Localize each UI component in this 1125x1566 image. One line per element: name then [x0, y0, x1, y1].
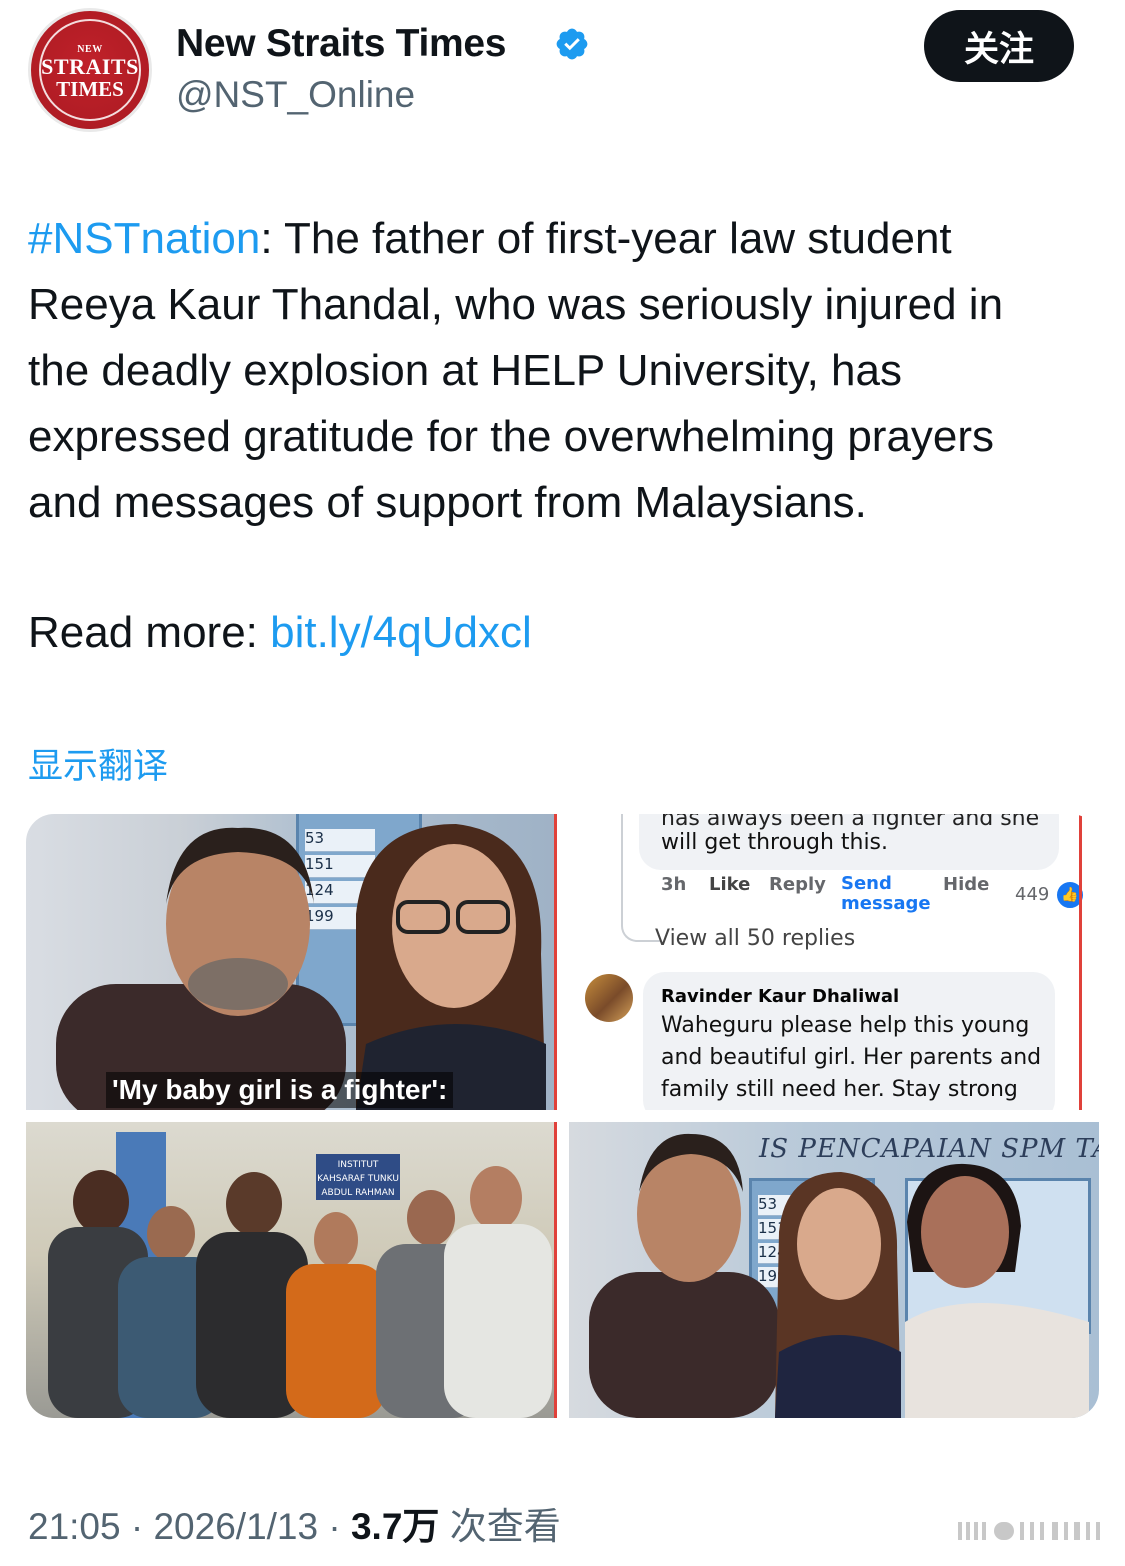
article-link[interactable]: bit.ly/4qUdxcl [270, 608, 532, 657]
tweet-line-1: #NSTnation: The father of first-year law… [28, 206, 1103, 272]
logo-line-2: STRAITS [41, 54, 139, 79]
like-action[interactable]: Like [709, 874, 750, 895]
verified-badge-icon [556, 28, 588, 60]
display-name[interactable]: New Straits Times [176, 22, 506, 66]
media-image-1[interactable]: 53 151 124 199 'My baby girl is a fighte… [26, 814, 557, 1110]
people-illustration [589, 1133, 1089, 1418]
tweet-text: #NSTnation: The father of first-year law… [28, 206, 1103, 536]
separator: · [120, 1506, 154, 1547]
image-caption: 'My baby girl is a fighter': [106, 1072, 454, 1108]
separator: · [318, 1506, 351, 1547]
media-image-3[interactable]: INSTITUT KAHSARAF TUNKU ABDUL RAHMAN [26, 1122, 557, 1418]
watermark-icon [958, 1522, 1100, 1540]
comment-line: Waheguru please help this young [661, 1013, 1030, 1038]
comment-line: and beautiful girl. Her parents and [661, 1045, 1042, 1070]
tweet-line-4: expressed gratitude for the overwhelming… [28, 412, 995, 461]
media-grid: 53 151 124 199 'My baby girl is a fighte… [26, 814, 1099, 1418]
hashtag-link[interactable]: #NSTnation [28, 214, 260, 263]
red-border [554, 1122, 557, 1418]
tweet-line-3: the deadly explosion at HELP University,… [28, 346, 902, 395]
read-more: Read more: bit.ly/4qUdxcl [28, 600, 532, 666]
reply-action[interactable]: Reply [769, 874, 826, 895]
tweet-meta: 21:05 · 2026/1/13 · 3.7万 次查看 [28, 1496, 561, 1550]
comment-body: Waheguru please help this young and beau… [661, 1010, 1041, 1106]
media-image-4[interactable]: IS PENCAPAIAN SPM TAHUN 53 151 124 199 [569, 1122, 1099, 1418]
show-translation-link[interactable]: 显示翻译 [28, 738, 168, 789]
red-border [554, 814, 557, 1110]
account-handle[interactable]: @NST_Online [176, 74, 415, 116]
comment-line: family still need her. Stay strong [661, 1077, 1018, 1102]
cut-off-text: has always been a fighter and she [661, 814, 1040, 831]
commenter-name[interactable]: Ravinder Kaur Dhaliwal [661, 986, 899, 1007]
logo-line-3: TIMES [56, 77, 124, 101]
post-time[interactable]: 21:05 [28, 1506, 121, 1547]
media-image-2[interactable]: has always been a fighter and she will g… [569, 814, 1099, 1110]
comment-time: 3h [661, 874, 687, 895]
send-message-action[interactable]: Send message [841, 874, 931, 914]
tweet-line-5: and messages of support from Malaysians. [28, 478, 867, 527]
post-date[interactable]: 2026/1/13 [153, 1506, 318, 1547]
account-avatar[interactable]: NEW STRAITS TIMES [28, 8, 152, 132]
tweet-line-1-text: : The father of first-year law student [260, 214, 952, 263]
view-count: 3.7万 [350, 1506, 440, 1547]
red-border [1079, 814, 1082, 1110]
tweet-line-2: Reeya Kaur Thandal, who was seriously in… [28, 280, 1004, 329]
people-illustration [56, 824, 546, 1110]
reply-text: will get through this. [661, 830, 889, 855]
read-more-label: Read more: [28, 608, 271, 657]
group-illustration [48, 1132, 552, 1418]
reaction-count: 449 [1015, 884, 1050, 905]
thread-line [621, 814, 661, 942]
views-label: 次查看 [449, 1506, 561, 1547]
follow-button[interactable]: 关注 [924, 10, 1074, 82]
view-all-replies[interactable]: View all 50 replies [655, 926, 855, 951]
nst-logo: NEW STRAITS TIMES [31, 45, 149, 100]
hide-action[interactable]: Hide [943, 874, 989, 895]
commenter-avatar [585, 974, 633, 1022]
